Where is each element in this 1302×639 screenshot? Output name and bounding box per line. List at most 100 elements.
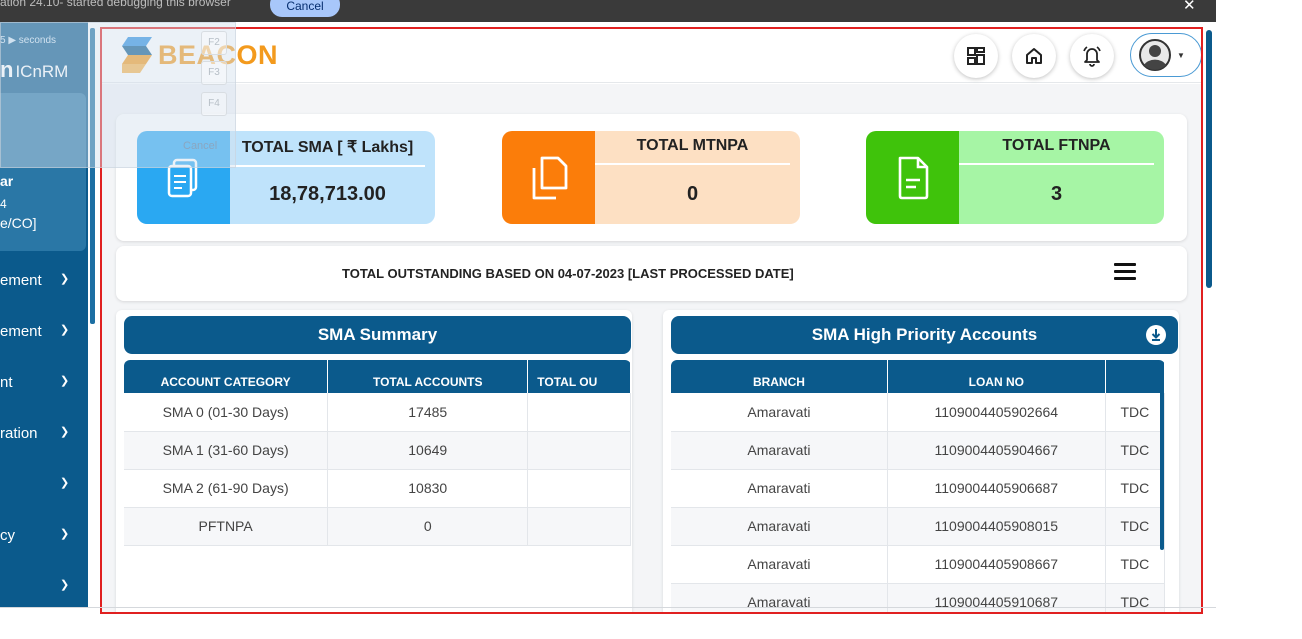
debug-shortcut-overlay: F2 F3 F4 Cancel (0, 22, 236, 168)
table-row[interactable]: PFTNPA 0 (124, 507, 631, 546)
user-avatar-icon (1139, 39, 1171, 71)
home-icon (1026, 48, 1042, 64)
stat-value: 3 (1050, 183, 1063, 205)
table-row[interactable]: Amaravati 1109004405906687 TDC (671, 469, 1165, 508)
high-priority-table-container: BRANCH LOAN NO Amaravati 1109004405902664… (671, 360, 1165, 612)
sidebar-menu-item[interactable]: ement ❯ (0, 323, 88, 343)
summary-card: TOTAL SMA [ ₹ Lakhs] 18,78,713.00 TOTAL … (116, 114, 1187, 241)
user-menu-button[interactable]: ▼ (1130, 33, 1201, 77)
page-scrollbar[interactable] (1206, 30, 1212, 288)
table-cell: 1109004405908667 (887, 545, 1106, 584)
sidebar-menu-item[interactable]: cy ❯ (0, 527, 88, 547)
bottom-divider (0, 607, 1216, 608)
stat-title: TOTAL SMA [ ₹ Lakhs] (230, 137, 425, 167)
stat-total-mtnpa: TOTAL MTNPA 0 (502, 131, 800, 224)
table-cell: TDC (1105, 431, 1165, 470)
chevron-down-icon: ❯ (60, 426, 70, 438)
sidebar-menu-item[interactable]: ❯ (0, 578, 88, 598)
chevron-down-icon: ❯ (60, 375, 70, 387)
table-row[interactable]: Amaravati 1109004405908015 TDC (671, 507, 1165, 546)
table-cell: 10649 (327, 431, 529, 470)
sidebar-menu-label: nt (0, 374, 13, 391)
table-row[interactable]: SMA 2 (61-90 Days) 10830 (124, 469, 631, 508)
table-cell: TDC (1105, 393, 1165, 432)
table-cell: 1109004405910687 (887, 583, 1106, 612)
close-icon[interactable]: ✕ (1183, 0, 1196, 14)
f3-key[interactable]: F3 (201, 61, 227, 85)
table-cell: SMA 0 (01-30 Days) (124, 393, 329, 432)
table-cell: Amaravati (671, 545, 888, 584)
stat-title: TOTAL MTNPA (595, 137, 790, 165)
table-cell: PFTNPA (124, 507, 329, 546)
debug-notice-text: ation 24.10- started debugging this brow… (0, 0, 231, 9)
table-row[interactable]: Amaravati 1109004405910687 TDC (671, 583, 1165, 612)
table-cell (527, 469, 631, 508)
profile-id: 4 (0, 197, 7, 211)
column-header[interactable]: TOTAL ACCOUNTS (327, 360, 529, 393)
caret-down-icon: ▼ (1177, 50, 1185, 60)
column-header[interactable]: ACCOUNT CATEGORY (124, 360, 329, 393)
notifications-button[interactable] (1070, 34, 1114, 78)
chevron-down-icon: ❯ (60, 579, 70, 591)
chevron-down-icon: ❯ (60, 324, 70, 336)
table-cell: 1109004405908015 (887, 507, 1106, 546)
sidebar-menu-item[interactable]: ration ❯ (0, 425, 88, 445)
table-row[interactable]: Amaravati 1109004405908667 TDC (671, 545, 1165, 584)
f2-key[interactable]: F2 (201, 31, 227, 55)
stat-value: 18,78,713.00 (269, 183, 386, 205)
table-cell: Amaravati (671, 393, 888, 432)
sidebar-menu-item[interactable]: ement ❯ (0, 272, 88, 292)
table-cell: 17485 (327, 393, 529, 432)
chevron-down-icon: ❯ (60, 528, 70, 540)
dashboard-icon (967, 47, 985, 65)
sidebar-menu-item[interactable]: ❯ (0, 476, 88, 496)
overlay-cancel-button[interactable]: Cancel (183, 140, 217, 152)
table-header-row: BRANCH LOAN NO (671, 360, 1165, 393)
stat-total-ftnpa: TOTAL FTNPA 3 (866, 131, 1164, 224)
high-priority-title-text: SMA High Priority Accounts (811, 325, 1038, 344)
sma-summary-title: SMA Summary (124, 316, 631, 354)
sma-summary-panel: SMA Summary ACCOUNT CATEGORY TOTAL ACCOU… (116, 310, 632, 612)
dashboard-content: TOTAL SMA [ ₹ Lakhs] 18,78,713.00 TOTAL … (102, 84, 1201, 612)
table-row[interactable]: Amaravati 1109004405902664 TDC (671, 393, 1165, 432)
stat-icon-box (502, 131, 595, 224)
stat-title: TOTAL FTNPA (959, 137, 1154, 165)
debug-cancel-button[interactable]: Cancel (270, 0, 340, 17)
table-cell: TDC (1105, 507, 1165, 546)
hamburger-menu-icon[interactable] (1114, 263, 1136, 281)
sidebar-menu-label: ement (0, 272, 42, 289)
table-cell: 10830 (327, 469, 529, 508)
download-icon[interactable] (1146, 325, 1166, 345)
notification-bell-icon (1083, 46, 1101, 67)
download-arrow-icon (1151, 329, 1161, 341)
sidebar-menu-label: ration (0, 425, 38, 442)
table-cell: 1109004405902664 (887, 393, 1106, 432)
table-cell: TDC (1105, 469, 1165, 508)
stat-body: TOTAL MTNPA 0 (595, 131, 800, 224)
table-cell: Amaravati (671, 469, 888, 508)
sma-summary-table-container: ACCOUNT CATEGORY TOTAL ACCOUNTS TOTAL OU… (124, 360, 631, 612)
stat-value: 0 (686, 183, 699, 205)
sidebar-menu-item[interactable]: nt ❯ (0, 374, 88, 394)
column-header[interactable]: TOTAL OU (527, 360, 631, 393)
home-button[interactable] (1012, 34, 1056, 78)
table-row[interactable]: SMA 1 (31-60 Days) 10649 (124, 431, 631, 470)
table-cell: SMA 1 (31-60 Days) (124, 431, 329, 470)
dashboard-button[interactable] (954, 34, 998, 78)
table-cell (527, 431, 631, 470)
column-header[interactable]: BRANCH (671, 360, 888, 393)
table-header-row: ACCOUNT CATEGORY TOTAL ACCOUNTS TOTAL OU (124, 360, 631, 393)
high-priority-panel: SMA High Priority Accounts BRANCH LOAN N… (663, 310, 1179, 612)
f4-key[interactable]: F4 (201, 92, 227, 116)
table-row[interactable]: Amaravati 1109004405904667 TDC (671, 431, 1165, 470)
table-row[interactable]: SMA 0 (01-30 Days) 17485 (124, 393, 631, 432)
debug-notice-bar: ation 24.10- started debugging this brow… (0, 0, 1216, 22)
column-header[interactable]: LOAN NO (887, 360, 1106, 393)
sidebar-menu-label: ement (0, 323, 42, 340)
file-text-icon (898, 156, 928, 199)
total-outstanding-bar: TOTAL OUTSTANDING BASED ON 04-07-2023 [L… (116, 246, 1187, 301)
column-header[interactable] (1105, 360, 1165, 393)
table-scrollbar[interactable] (1160, 366, 1164, 550)
table-cell: Amaravati (671, 431, 888, 470)
table-cell (527, 507, 631, 546)
